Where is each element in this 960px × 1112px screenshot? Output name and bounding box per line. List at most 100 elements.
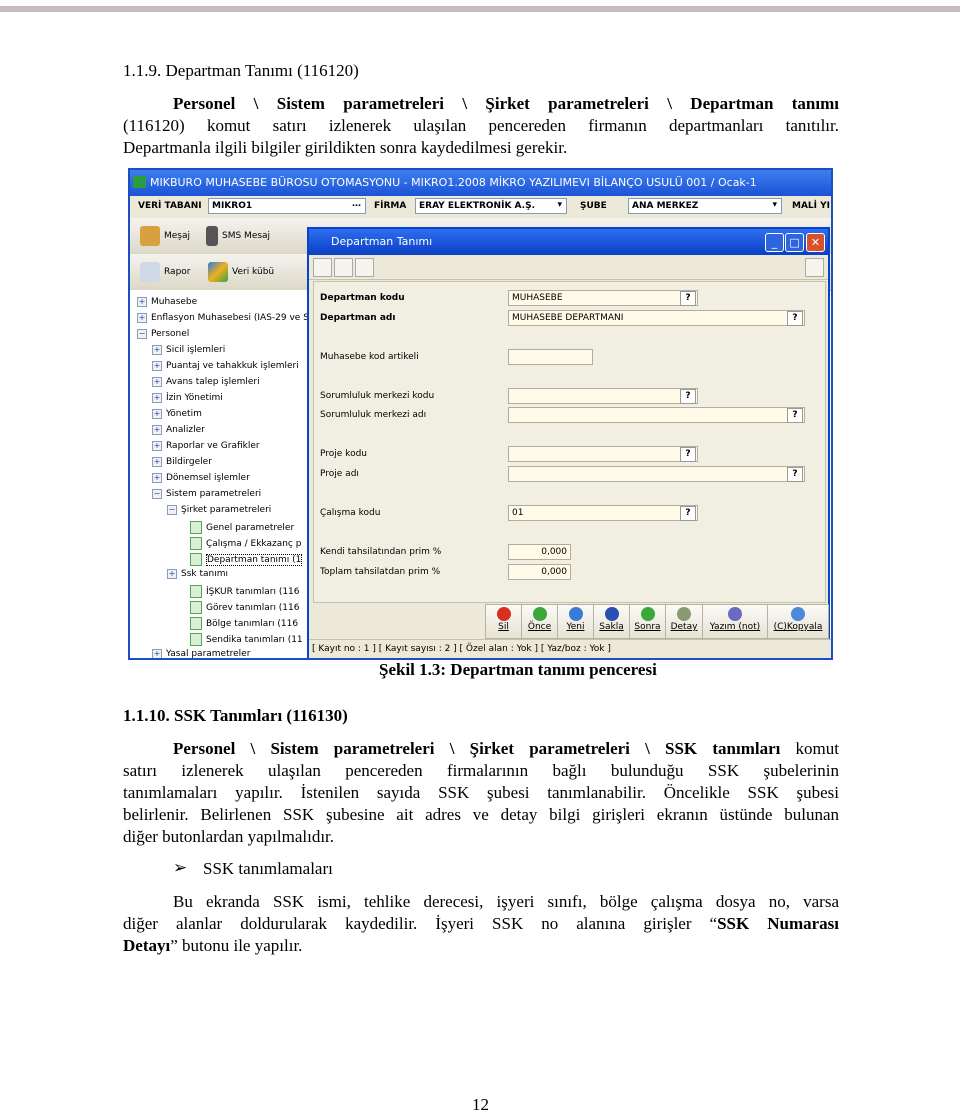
tree-item[interactable]: − Sistem parametreleri xyxy=(152,489,261,499)
lookup-button[interactable]: ? xyxy=(787,467,803,482)
expand-icon[interactable]: + xyxy=(137,313,147,323)
tree-item[interactable]: Görev tanımları (116 xyxy=(190,601,300,614)
branch-label: ŞUBE xyxy=(580,201,607,211)
lookup-button[interactable]: ? xyxy=(787,311,803,326)
action-button[interactable]: Önce xyxy=(521,604,558,639)
tree-item-label: İŞKUR tanımları (116 xyxy=(206,586,300,597)
field-input[interactable]: 0,000 xyxy=(508,544,571,560)
delete-icon xyxy=(496,607,511,621)
field-input[interactable] xyxy=(508,407,805,423)
collapse-icon[interactable]: − xyxy=(167,505,177,515)
expand-icon[interactable]: + xyxy=(152,473,162,483)
field-input[interactable] xyxy=(508,466,805,482)
expand-icon[interactable]: + xyxy=(137,297,147,307)
tree-item[interactable]: − Personel xyxy=(137,329,189,339)
sms-button[interactable]: SMS Mesaj xyxy=(206,226,270,246)
field-input[interactable]: 01 xyxy=(508,505,698,521)
paragraph-line: Departmanla ilgili bilgiler girildikten … xyxy=(123,138,568,157)
tree-item[interactable]: Genel parametreler xyxy=(190,521,294,534)
collapse-icon[interactable]: − xyxy=(137,329,147,339)
field-input[interactable]: MUHASEBE xyxy=(508,290,698,306)
lookup-button[interactable]: ? xyxy=(680,447,696,462)
button-label: Meşaj xyxy=(164,231,191,241)
tree-item-label: Avans talep işlemleri xyxy=(166,377,260,387)
tree-item-label: Analizler xyxy=(166,425,205,435)
tree-item[interactable]: + Sicil işlemleri xyxy=(152,345,225,355)
action-button[interactable]: Sil xyxy=(485,604,522,639)
expand-icon[interactable]: + xyxy=(152,457,162,467)
tree-item[interactable]: + Analizler xyxy=(152,425,205,435)
tree-item[interactable]: + Dönemsel işlemler xyxy=(152,473,250,483)
paragraph-line: diğer butonlardan yapılmalıdır. xyxy=(123,827,335,846)
tree-item[interactable]: + İzin Yönetimi xyxy=(152,393,223,403)
minimize-button[interactable]: _ xyxy=(765,233,784,252)
tree-item[interactable]: + Ssk tanımı xyxy=(167,569,228,579)
lookup-button[interactable]: ? xyxy=(787,408,803,423)
button-label: Sakla xyxy=(599,622,624,632)
save-icon xyxy=(604,607,619,621)
document-icon[interactable] xyxy=(190,537,202,550)
field-input[interactable]: 0,000 xyxy=(508,564,571,580)
tree-item[interactable]: + Raporlar ve Grafikler xyxy=(152,441,260,451)
tree-item[interactable]: + Bildirgeler xyxy=(152,457,212,467)
action-button[interactable]: (C)Kopyala xyxy=(767,604,829,639)
expand-icon[interactable]: + xyxy=(152,393,162,403)
close-button[interactable]: ✕ xyxy=(806,233,825,252)
help-icon[interactable] xyxy=(313,258,332,277)
tree-item[interactable]: Sendika tanımları (11 xyxy=(190,633,303,646)
tree-item[interactable]: + Puantaj ve tahakkuk işlemleri xyxy=(152,361,299,371)
field-input[interactable] xyxy=(508,349,593,365)
collapse-icon[interactable]: − xyxy=(152,489,162,499)
print-icon[interactable] xyxy=(334,258,353,277)
action-button[interactable]: Yeni xyxy=(557,604,594,639)
document-icon[interactable] xyxy=(190,585,202,598)
lookup-button[interactable]: ? xyxy=(680,389,696,404)
tree-item[interactable]: Çalışma / Ekkazanç p xyxy=(190,537,301,550)
expand-icon[interactable]: + xyxy=(152,441,162,451)
field-input[interactable] xyxy=(508,388,698,404)
document-icon[interactable] xyxy=(190,601,202,614)
expand-icon[interactable]: + xyxy=(152,425,162,435)
branch-select[interactable]: ANA MERKEZ ▾ xyxy=(628,198,782,214)
action-button[interactable]: Sakla xyxy=(593,604,630,639)
document-icon[interactable] xyxy=(190,521,202,534)
report-button[interactable]: Rapor xyxy=(140,262,191,282)
expand-icon[interactable]: + xyxy=(152,409,162,419)
field-input[interactable]: MUHASEBE DEPARTMANI xyxy=(508,310,805,326)
button-label: Rapor xyxy=(164,267,191,277)
dropdown-icon: ▾ xyxy=(772,200,777,210)
field-input[interactable] xyxy=(508,446,698,462)
document-icon[interactable] xyxy=(190,633,202,646)
db-select[interactable]: MIKRO1… xyxy=(208,198,366,214)
action-button[interactable]: Sonra xyxy=(629,604,666,639)
tree-item[interactable]: + Enflasyon Muhasebesi (IAS-29 ve SP xyxy=(137,313,314,323)
document-icon[interactable] xyxy=(190,553,202,566)
firm-select[interactable]: ERAY ELEKTRONİK A.Ş. ▾ xyxy=(415,198,567,214)
tree-item[interactable]: Bölge tanımları (116 xyxy=(190,617,298,630)
tree-item[interactable]: + Avans talep işlemleri xyxy=(152,377,260,387)
tree-item-label: İzin Yönetimi xyxy=(166,393,223,403)
tree-item[interactable]: + Yönetim xyxy=(152,409,202,419)
firm-value: ERAY ELEKTRONİK A.Ş. xyxy=(419,201,535,211)
tree-item[interactable]: Departman tanımı (1 xyxy=(190,553,303,566)
expand-icon[interactable]: + xyxy=(152,649,162,658)
action-buttons: Sil Önce Yeni Sakla Sonra Detay Yazım (not) (C)… xyxy=(309,603,829,639)
expand-icon[interactable]: + xyxy=(167,569,177,579)
expand-icon[interactable]: + xyxy=(152,377,162,387)
tree-item[interactable]: + Yasal parametreler xyxy=(152,649,250,658)
tree-item[interactable]: − Şirket parametreleri xyxy=(167,505,271,515)
export-icon[interactable] xyxy=(355,258,374,277)
action-button[interactable]: Detay xyxy=(665,604,703,639)
expand-icon[interactable]: + xyxy=(152,361,162,371)
lookup-button[interactable]: ? xyxy=(680,291,696,306)
maximize-button[interactable]: □ xyxy=(785,233,804,252)
document-icon[interactable] xyxy=(190,617,202,630)
data-cube-button[interactable]: Veri kübü xyxy=(208,262,274,282)
tree-item[interactable]: + Muhasebe xyxy=(137,297,197,307)
expand-icon[interactable]: + xyxy=(152,345,162,355)
message-button[interactable]: Meşaj xyxy=(140,226,190,246)
tree-item[interactable]: İŞKUR tanımları (116 xyxy=(190,585,300,598)
lookup-button[interactable]: ? xyxy=(680,506,696,521)
action-button[interactable]: Yazım (not) xyxy=(702,604,768,639)
options-icon[interactable] xyxy=(805,258,824,277)
